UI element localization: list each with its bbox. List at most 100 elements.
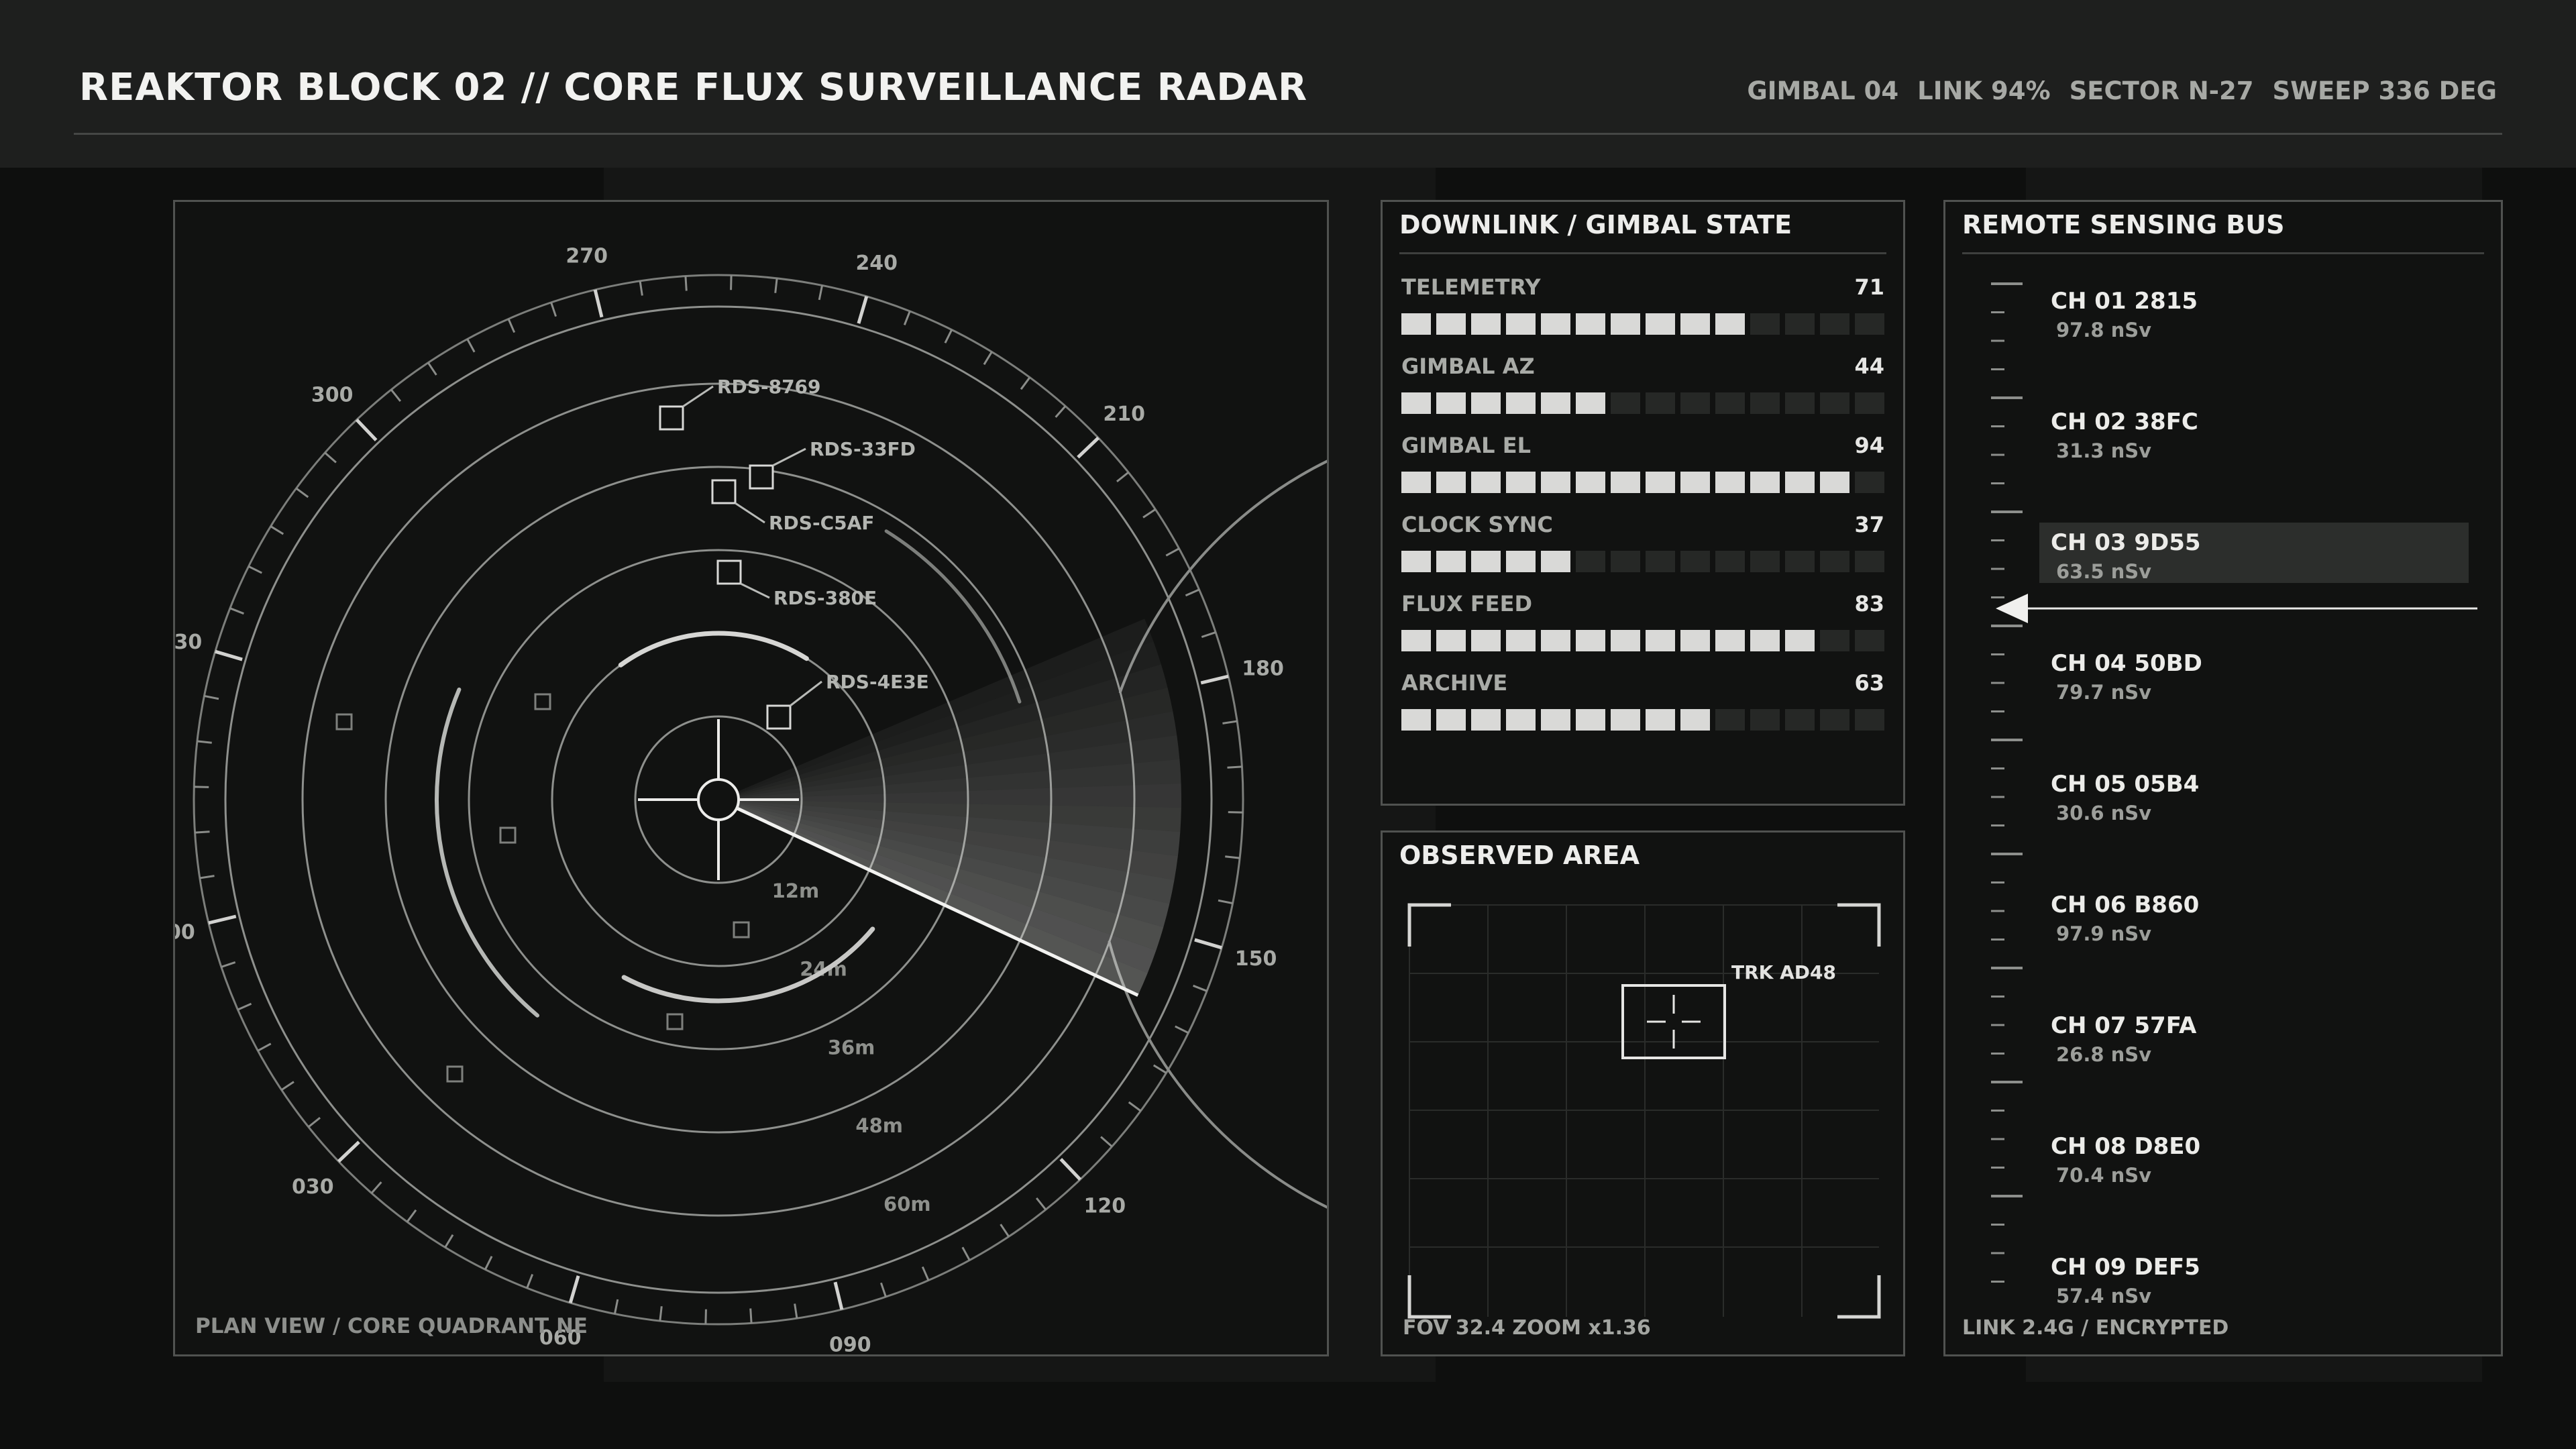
bearing-tick [1100,1136,1113,1148]
contact-box [766,704,792,730]
gauge-segment [1576,551,1605,572]
bearing-label: 300 [311,383,354,407]
gauge-segment [1506,313,1536,335]
bearing-label: 330 [175,631,202,654]
marker [446,1065,464,1083]
bearing-tick [280,1081,294,1091]
bearing-tick [550,302,557,317]
bearing-tick [215,649,243,661]
bearing-tick [406,1209,417,1223]
gauge-label: TELEMETRY [1401,274,1541,300]
channel-row[interactable]: CH 01 2815 97.8 nSv [2051,281,2480,341]
contact-label: RDS-4E3E [826,671,929,693]
status-sector: SECTOR N-27 [2069,76,2254,105]
radar-panel[interactable]: 00003006009012015018021024027030033012m2… [173,200,1329,1356]
channel-row[interactable]: CH 09 DEF5 57.4 nSv [2051,1247,2480,1307]
gauge-segment [1715,472,1745,493]
gauge-segment [1855,472,1884,493]
bus-ticks [1991,282,2023,1283]
gauge-segment [1471,392,1501,414]
bearing-tick [1225,855,1240,859]
bearing-tick [1116,471,1130,483]
gauge-segment [1611,313,1640,335]
gauge-segment [1785,551,1815,572]
gauge-segment [1541,313,1570,335]
bus-divider [1962,252,2484,254]
gauge-segment [1576,313,1605,335]
bus-panel: REMOTE SENSING BUS CH 01 2815 97.8 nSv CH … [1943,200,2503,1356]
channel-row-selected[interactable]: CH 03 9D55 63.5 nSv [2039,523,2469,583]
flux-arc [618,631,809,667]
channel-row[interactable]: CH 02 38FC 31.3 nSv [2051,402,2480,462]
bracket-tr [1837,903,1881,947]
bearing-tick [466,338,476,353]
bearing-tick [1035,1197,1047,1211]
gauge-segment [1436,630,1466,651]
radar-scope[interactable]: 00003006009012015018021024027030033012m2… [175,202,1327,1354]
gauge-label: FLUX FEED [1401,591,1533,616]
contact-target[interactable]: RDS-C5AF [711,479,874,534]
bearing-tick [1185,588,1200,597]
marker [499,826,517,844]
gauge-segment [1750,392,1780,414]
gauge-segment [1855,709,1884,731]
track-box[interactable] [1621,984,1726,1059]
bearing-tick [307,1116,321,1128]
channel-row[interactable]: CH 05 05B4 30.6 nSv [2051,764,2480,824]
gauge-bar [1401,392,1884,414]
gauge-segment [1820,630,1849,651]
channel-row[interactable]: CH 04 50BD 79.7 nSv [2051,643,2480,704]
contact-target[interactable]: RDS-4E3E [766,671,929,730]
gauge-value: 37 [1854,512,1884,537]
channel-value: 70.4 nSv [2056,1164,2152,1187]
gauge-segment [1541,472,1570,493]
contact-target[interactable]: RDS-8769 [659,376,821,431]
gauge-segment [1646,472,1675,493]
bearing-tick [1228,811,1243,814]
contact-label: RDS-33FD [810,438,916,460]
gauge-segment [1680,313,1710,335]
contact-box [711,479,737,504]
gauge-value: 94 [1854,433,1884,458]
channel-row[interactable]: CH 06 B860 97.9 nSv [2051,885,2480,945]
gauge-segment [1750,313,1780,335]
gauge-segment [1436,472,1466,493]
bearing-tick [204,694,219,700]
gauge-segment [1785,392,1815,414]
gauge-segment [1576,630,1605,651]
page-title: REAKTOR BLOCK 02 // CORE FLUX SURVEILLAN… [79,66,1308,109]
channel-row[interactable]: CH 07 57FA 26.8 nSv [2051,1006,2480,1066]
bearing-tick [1194,938,1222,950]
bearing-tick [794,1303,798,1319]
gauge-segment [1680,472,1710,493]
bearing-tick [593,289,604,318]
gauge-segment [1436,313,1466,335]
gauge-row: GIMBAL EL 94 [1401,433,1884,496]
bearing-tick [818,285,824,301]
gauge-segment [1785,313,1815,335]
gauge-label: ARCHIVE [1401,670,1508,696]
gauge-row: CLOCK SYNC 37 [1401,512,1884,576]
range-label: 12m [772,879,820,902]
channel-value: 97.8 nSv [2056,319,2152,341]
gauge-segment [1750,551,1780,572]
channel-id: CH 05 05B4 [2051,771,2200,798]
marker [666,1013,684,1030]
gauge-segment [1820,472,1849,493]
observed-view[interactable] [1383,833,1903,1354]
gauge-segment [1820,392,1849,414]
gauge-segment [1471,472,1501,493]
bearing-tick [427,362,437,376]
bearing-tick [208,914,237,925]
observed-panel[interactable]: OBSERVED AREA TRK AD48 FOV 32.4 ZOOM x1.… [1381,830,1905,1356]
contact-target[interactable]: RDS-380E [716,559,877,609]
contact-target[interactable]: RDS-33FD [749,438,916,490]
channel-value: 26.8 nSv [2056,1043,2152,1066]
bearing-tick [613,1299,619,1314]
channel-row[interactable]: CH 08 D8E0 70.4 nSv [2051,1126,2480,1187]
gauge-segment [1646,313,1675,335]
bearing-tick [229,607,244,615]
bearing-label: 120 [1084,1195,1126,1218]
bearing-tick [195,830,210,834]
bracket-tl [1407,903,1451,947]
